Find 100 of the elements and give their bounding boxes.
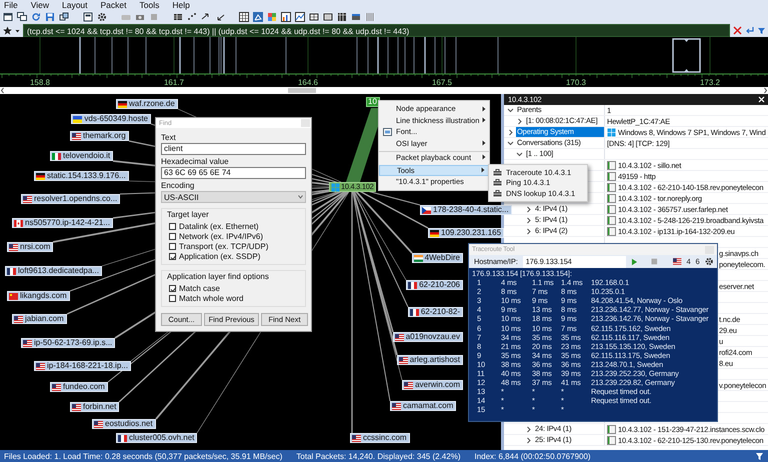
table-icon[interactable] [351, 12, 361, 22]
window-icon[interactable] [3, 12, 13, 22]
columns-icon[interactable] [365, 12, 375, 22]
toolbox-icon [493, 190, 502, 197]
host-node[interactable]: resolver1.opendns.co... [21, 194, 120, 204]
checkbox-label[interactable]: Network (ex. IPv4/IPv6) [179, 232, 264, 240]
heatmap-icon[interactable] [267, 12, 277, 22]
host-node[interactable]: 62-210-206 [406, 280, 463, 290]
checkbox-label[interactable]: Transport (ex. TCP/UDP) [179, 242, 268, 250]
network-graph-icon[interactable] [253, 12, 263, 22]
checkbox-label[interactable]: Datalink (ex. Ethernet) [179, 222, 259, 230]
menu-item[interactable]: File [4, 0, 18, 11]
host-node[interactable]: cluster005.ovh.net [116, 433, 198, 443]
expand-chevron-icon[interactable] [507, 128, 514, 136]
expand-chevron-icon[interactable] [525, 226, 532, 236]
grid-icon[interactable] [239, 12, 249, 22]
checkbox[interactable] [169, 232, 176, 240]
expand-chevron-icon[interactable] [525, 204, 532, 214]
expand-chevron-icon[interactable] [516, 116, 523, 126]
menu-item[interactable]: View [30, 0, 49, 11]
expand-chevron-icon[interactable] [525, 424, 532, 434]
scroll-right-icon[interactable] [763, 87, 768, 94]
host-node[interactable]: fundeo.com [50, 382, 108, 392]
line-chart-icon[interactable] [295, 12, 305, 22]
host-node[interactable]: loft9613.dedicatedpa... [5, 266, 102, 276]
checkbox[interactable] [169, 252, 176, 260]
host-node[interactable]: ns505770.ip-142-4-21... [12, 218, 113, 228]
expand-chevron-icon[interactable] [507, 138, 514, 148]
table-icon[interactable] [309, 12, 319, 22]
expand-chevron-icon[interactable] [516, 150, 523, 158]
bar-chart-icon[interactable] [281, 12, 291, 22]
arrows-icon[interactable] [215, 12, 225, 22]
filter-field[interactable]: (tcp.dst <= 1024 && tcp.dst != 80 && tcp.dst != 443) || (udp.dst <= 1024 && udp.dst != 80 && udp.dst != 443) [23, 24, 730, 36]
host-node[interactable]: camamat.com [390, 401, 456, 411]
axis-label: 161.7 [164, 78, 184, 87]
checkbox[interactable] [169, 222, 176, 230]
arrows-icon[interactable] [201, 12, 211, 22]
save-icon[interactable] [45, 12, 55, 22]
filter-menu-icon[interactable] [757, 26, 766, 34]
axis-label: 158.8 [30, 78, 50, 87]
checkbox[interactable] [169, 242, 176, 250]
host-node[interactable]: vds-650349.hoste [71, 114, 151, 124]
host-node[interactable]: 10 [366, 97, 380, 107]
flag-icon [36, 172, 45, 180]
windows-icon[interactable] [17, 12, 27, 22]
settings-icon[interactable] [704, 257, 713, 266]
play-icon[interactable] [630, 258, 638, 266]
text-field[interactable]: client [161, 143, 306, 155]
expand-chevron-icon[interactable] [525, 216, 532, 224]
host-node[interactable]: likangds.com [7, 291, 70, 301]
checkbox-label[interactable]: Match case [179, 284, 220, 292]
host-node[interactable]: forbin.net [70, 402, 120, 412]
encoding-dropdown[interactable]: US-ASCII [161, 191, 306, 203]
host-node[interactable]: 62-210-82- [408, 307, 463, 317]
host-node[interactable]: ip-184-168-221-18.ip... [34, 361, 131, 371]
checkbox[interactable] [169, 294, 176, 302]
host-node[interactable]: themark.org [70, 131, 129, 141]
clear-icon[interactable] [733, 26, 742, 34]
selection-handle[interactable] [672, 38, 701, 73]
flag-icon [430, 230, 439, 236]
host-node[interactable]: a019novzau.ev [392, 332, 463, 342]
axis-label: 164.6 [298, 78, 318, 87]
expand-chevron-icon[interactable] [525, 436, 532, 444]
host-node[interactable]: telovendoio.it [50, 151, 114, 161]
apply-icon[interactable] [745, 26, 754, 34]
close-icon[interactable] [758, 96, 765, 103]
export-icon[interactable] [59, 12, 69, 22]
menu-item[interactable]: Packet [100, 0, 127, 11]
scroll-left-icon[interactable] [0, 87, 5, 94]
host-node[interactable]: jabian.com [12, 314, 67, 324]
hex-field[interactable]: 63 6C 69 65 6E 74 [161, 167, 306, 179]
host-node[interactable]: waf.rzone.de [116, 99, 178, 109]
host-node[interactable]: ccssinc.com [350, 433, 410, 443]
settings-icon[interactable] [97, 12, 107, 22]
menu-item[interactable]: Tools [140, 0, 160, 11]
host-node[interactable]: averwin.com [402, 380, 463, 390]
table-icon[interactable] [323, 12, 333, 22]
flag-icon [23, 196, 32, 202]
host-node[interactable]: 109.230.231.165 [428, 228, 504, 238]
camera-icon[interactable] [135, 12, 145, 22]
scrollbar-thumb[interactable] [288, 88, 316, 93]
checkbox-label[interactable]: Match whole word [179, 294, 244, 302]
host-node[interactable]: 4WebDire [412, 253, 463, 263]
star-icon[interactable] [3, 26, 12, 34]
host-node[interactable]: 178-238-40-4.static... [420, 205, 512, 215]
host-node[interactable]: static.154.133.9.176... [34, 171, 129, 181]
host-node[interactable]: ip-50-62-173-69.ip.s... [21, 338, 116, 348]
menu-item[interactable]: Help [172, 0, 190, 11]
refresh-icon[interactable] [31, 12, 41, 22]
host-node[interactable]: nrsi.com [7, 242, 54, 252]
host-node[interactable]: arleg.artishost [396, 355, 463, 365]
menu-item[interactable]: Layout [62, 0, 88, 11]
flag-icon[interactable] [673, 258, 682, 265]
expand-chevron-icon[interactable] [507, 106, 514, 114]
layout-icon[interactable] [83, 12, 93, 22]
flag-icon [392, 402, 401, 410]
host-node[interactable]: eostudios.net [92, 419, 156, 429]
scatter-icon[interactable] [187, 12, 197, 22]
checkbox[interactable] [169, 284, 176, 292]
checkbox-label[interactable]: Application (ex. SSDP) [179, 252, 260, 260]
